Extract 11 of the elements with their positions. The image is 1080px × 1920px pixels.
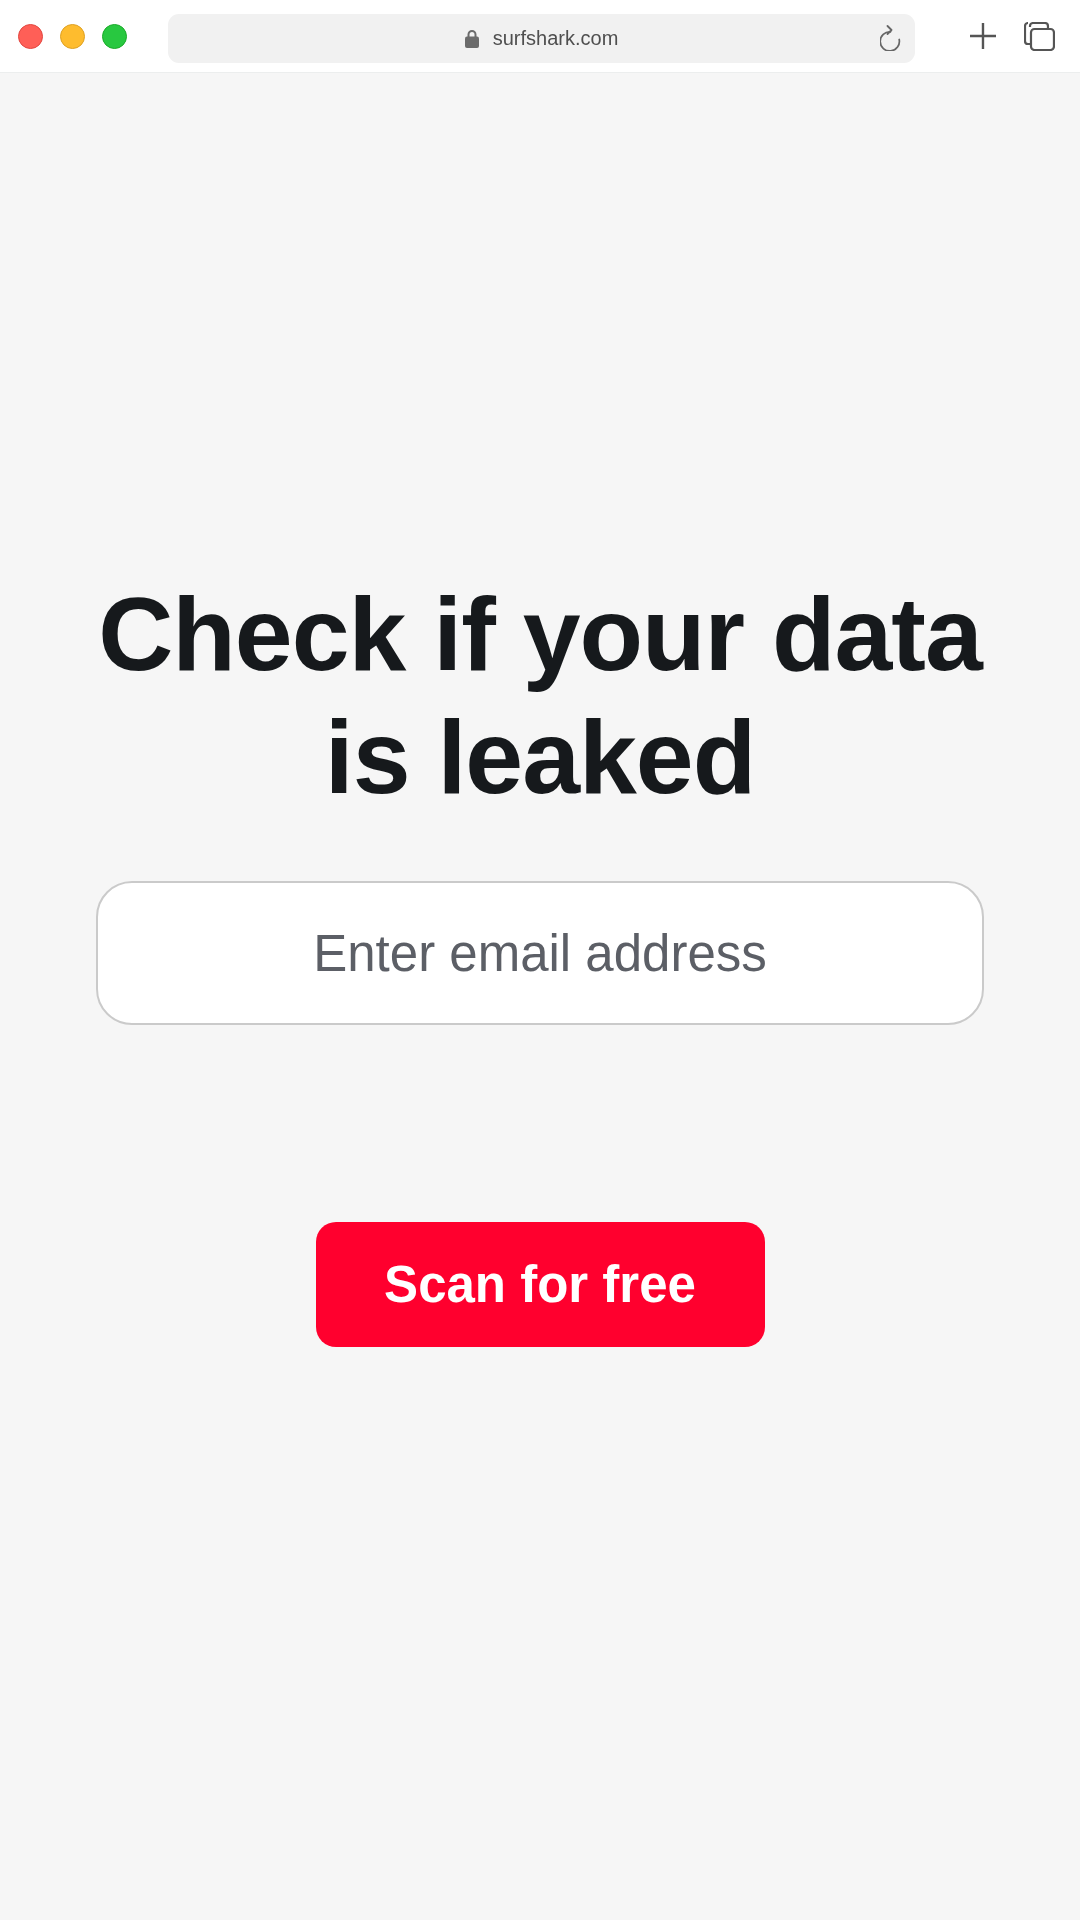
email-field[interactable]: Enter email address <box>96 881 984 1025</box>
page-heading: Check if your data is leaked <box>97 575 984 817</box>
address-bar[interactable]: surfshark.com <box>168 13 916 63</box>
lock-icon <box>464 28 479 48</box>
reload-icon[interactable] <box>880 25 903 51</box>
url-text: surfshark.com <box>492 26 619 50</box>
tabs-overview-icon[interactable] <box>1024 21 1055 51</box>
scan-button[interactable]: Scan for free <box>315 1222 765 1347</box>
new-tab-icon[interactable] <box>970 23 997 49</box>
close-window-icon[interactable] <box>18 23 43 49</box>
maximize-window-icon[interactable] <box>102 23 127 49</box>
